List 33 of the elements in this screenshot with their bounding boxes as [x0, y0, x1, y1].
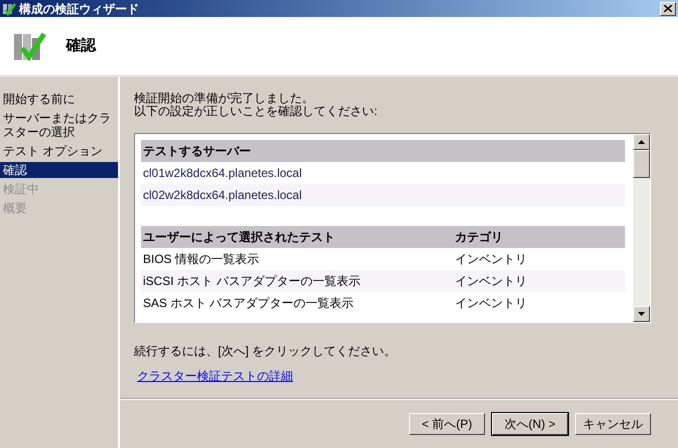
wizard-button[interactable]: 次へ(N) >	[492, 412, 568, 434]
table-cell-text: BIOS 情報の一覧表示	[142, 251, 260, 268]
wizard-button[interactable]: キャンセル	[575, 412, 651, 434]
scrollbar[interactable]	[633, 134, 650, 322]
wizard-button[interactable]: < 前へ(P)	[409, 412, 485, 434]
nav-step[interactable]: サーバーまたはクラスターの選択	[0, 110, 118, 140]
column-header: カテゴリ	[455, 229, 503, 246]
server-check-icon	[12, 30, 46, 62]
scroll-thumb[interactable]	[633, 150, 650, 178]
page-title: 確認	[66, 36, 96, 56]
column-header: ユーザーによって選択されたテスト	[142, 229, 336, 246]
table-cell-text: インベントリ	[455, 251, 527, 268]
nav-step[interactable]: 開始する前に	[0, 91, 118, 107]
close-icon	[664, 5, 672, 12]
details-link[interactable]: クラスター検証テストの詳細	[137, 367, 293, 385]
table-cell-text: インベントリ	[455, 295, 527, 312]
close-button[interactable]	[660, 2, 676, 16]
server-row: cl02w2k8dcx64.planetes.local	[141, 184, 625, 206]
instruction-text: 続行するには、[次へ] をクリックしてください。	[134, 343, 398, 360]
table-cell-text: SAS ホスト バスアダプターの一覧表示	[142, 295, 355, 312]
nav-step[interactable]: テスト オプション	[0, 143, 118, 159]
table-cell-text: iSCSI ホスト バスアダプターの一覧表示	[142, 273, 362, 290]
scroll-down-button[interactable]	[633, 306, 650, 322]
table-cell-text: インベントリ	[455, 273, 527, 290]
section-heading: テストするサーバー	[141, 140, 625, 162]
up-arrow-icon	[638, 140, 645, 144]
server-check-icon	[2, 2, 16, 16]
scroll-up-button[interactable]	[633, 134, 650, 150]
down-arrow-icon	[638, 312, 645, 316]
intro-text: 検証開始の準備が完了しました。	[134, 92, 315, 105]
window-title: 構成の検証ウィザード	[19, 0, 139, 18]
nav-step[interactable]: 確認	[0, 162, 118, 178]
intro-text: 以下の設定が正しいことを確認してください:	[134, 105, 378, 118]
